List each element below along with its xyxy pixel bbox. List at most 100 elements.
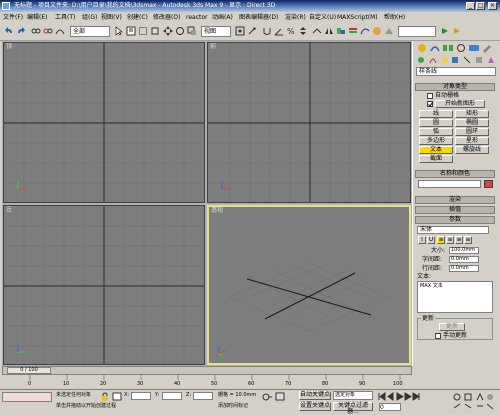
align-icon[interactable] [336,26,346,36]
menu-tools[interactable]: 工具(T) [55,13,75,22]
z-coordinate-field[interactable] [193,392,213,400]
selection-filter-dropdown[interactable]: 全部 [70,26,110,37]
viewport-left[interactable]: 左 [3,205,205,365]
key-filters-button[interactable]: 关键点过滤器... [333,402,373,415]
text-button[interactable]: 文本 [419,146,453,154]
menu-rendering[interactable]: 渲染(R) [285,13,306,22]
redo-icon[interactable] [16,26,26,36]
select-and-rotate-icon[interactable] [175,26,185,36]
rectangle-button[interactable]: 矩形 [455,110,489,118]
circle-button[interactable]: 圆 [419,119,453,127]
menu-views[interactable]: 视图(V) [101,13,122,22]
percent-snap-icon[interactable]: % [286,26,296,36]
menu-customize[interactable]: 自定义(U) [309,13,336,22]
maxscript-listener-mini[interactable] [2,392,52,402]
menu-modifiers[interactable]: 修改器(O) [153,13,180,22]
display-tab-icon[interactable] [468,43,480,53]
playback-controls-icon[interactable] [377,392,421,401]
object-color-swatch[interactable] [484,180,493,188]
unlink-icon[interactable] [43,26,53,36]
mirror-icon[interactable] [324,26,334,36]
object-type-rollout-header[interactable]: 对象类型 [415,83,495,91]
activeshade-icon[interactable] [452,26,462,36]
rendering-rollout-header[interactable]: 渲染 [415,196,495,204]
menu-help[interactable]: 帮助(H) [384,13,405,22]
select-by-name-icon[interactable] [126,26,136,36]
helix-button[interactable]: 螺旋线 [455,146,489,154]
manual-update-checkbox[interactable] [435,333,441,339]
selected-objects-dropdown[interactable]: 选定对象 [333,391,373,400]
reference-coordinate-dropdown[interactable]: 视图 [201,26,231,37]
material-editor-icon[interactable] [372,26,382,36]
add-time-tag-label[interactable]: 添加时间标记 [218,403,248,410]
menu-animation[interactable]: 动画(A) [212,13,233,22]
menu-maxscript[interactable]: MAXScript(M) [337,13,378,22]
start-new-shape-button[interactable]: 开始新图形 [435,100,485,108]
manipulate-icon[interactable] [247,26,257,36]
minimize-button[interactable]: _ [466,2,475,10]
auto-key-button[interactable]: 自动关键点 [299,391,331,400]
named-selection-icon[interactable] [312,26,322,36]
leading-spinner[interactable]: 0.0mm [449,265,479,272]
rectangular-selection-icon[interactable] [138,26,148,36]
select-object-icon[interactable] [114,26,124,36]
hierarchy-tab-icon[interactable] [442,43,454,53]
interpolation-rollout-header[interactable]: 插值 [415,206,495,214]
window-crossing-icon[interactable] [150,26,160,36]
viewport-perspective[interactable]: 透视 [207,205,411,365]
layer-manager-icon[interactable] [348,26,358,36]
justify-button[interactable]: ≡ [464,236,472,244]
star-button[interactable]: 星形 [455,137,489,145]
menu-reactor[interactable]: reactor [186,13,208,22]
line-button[interactable]: 线 [419,110,453,118]
lock-selection-icon[interactable] [100,392,110,401]
parameters-rollout-header[interactable]: 参数 [415,216,495,224]
modify-tab-icon[interactable] [429,43,441,53]
set-key-button[interactable]: 设置关键点 [299,402,331,411]
render-scene-icon[interactable] [384,26,394,36]
app-icon[interactable] [2,2,10,10]
arc-button[interactable]: 弧 [419,128,453,136]
menu-create[interactable]: 创建(C) [127,13,148,22]
select-and-move-icon[interactable] [163,26,173,36]
viewport-navigation-icons[interactable] [452,392,496,412]
track-bar[interactable]: 0 10 20 30 40 50 60 70 80 90 100 [2,375,412,389]
maximize-button[interactable]: □ [476,2,485,10]
viewport-top[interactable]: 顶 [3,42,205,203]
category-dropdown[interactable]: 样条线 [416,67,496,76]
snaps-toggle-icon[interactable] [262,26,272,36]
time-slider[interactable]: 0 / 100 [2,366,412,375]
text-content-area[interactable]: MAX 文本 [417,281,493,313]
viewport-front[interactable]: 前 [207,42,411,203]
y-coordinate-field[interactable] [162,392,182,400]
undo-icon[interactable] [4,26,14,36]
section-button[interactable]: 截面 [419,155,453,163]
current-frame-field[interactable]: 0 [379,403,401,411]
ellipse-button[interactable]: 椭圆 [455,119,489,127]
x-coordinate-field[interactable] [131,392,151,400]
autogrid-checkbox[interactable] [427,93,433,99]
create-tab-icon[interactable] [416,43,428,53]
utilities-tab-icon[interactable] [481,43,493,53]
pivot-point-icon[interactable] [235,26,245,36]
time-slider-thumb[interactable]: 0 / 100 [7,367,51,374]
size-spinner[interactable]: 100.0mm [449,247,479,254]
align-center-button[interactable]: ≡ [446,236,454,244]
bind-space-warp-icon[interactable] [55,26,65,36]
italic-button[interactable]: I [418,236,426,244]
render-type-dropdown[interactable] [398,26,436,37]
underline-button[interactable]: U [427,236,435,244]
menu-file[interactable]: 文件(F) [3,13,23,22]
angle-snap-icon[interactable] [274,26,284,36]
motion-tab-icon[interactable] [455,43,467,53]
donut-button[interactable]: 圆环 [455,128,489,136]
set-key-icon[interactable] [262,392,272,401]
ngon-button[interactable]: 多边形 [419,137,453,145]
select-and-scale-icon[interactable] [187,26,197,36]
absolute-mode-icon[interactable] [112,392,122,401]
spinner-snap-icon[interactable] [298,26,308,36]
align-right-button[interactable]: ≡ [455,236,463,244]
start-new-shape-checkbox[interactable] [427,101,433,107]
create-category-icons[interactable] [416,55,496,65]
kerning-spinner[interactable]: 0.0mm [449,256,479,263]
